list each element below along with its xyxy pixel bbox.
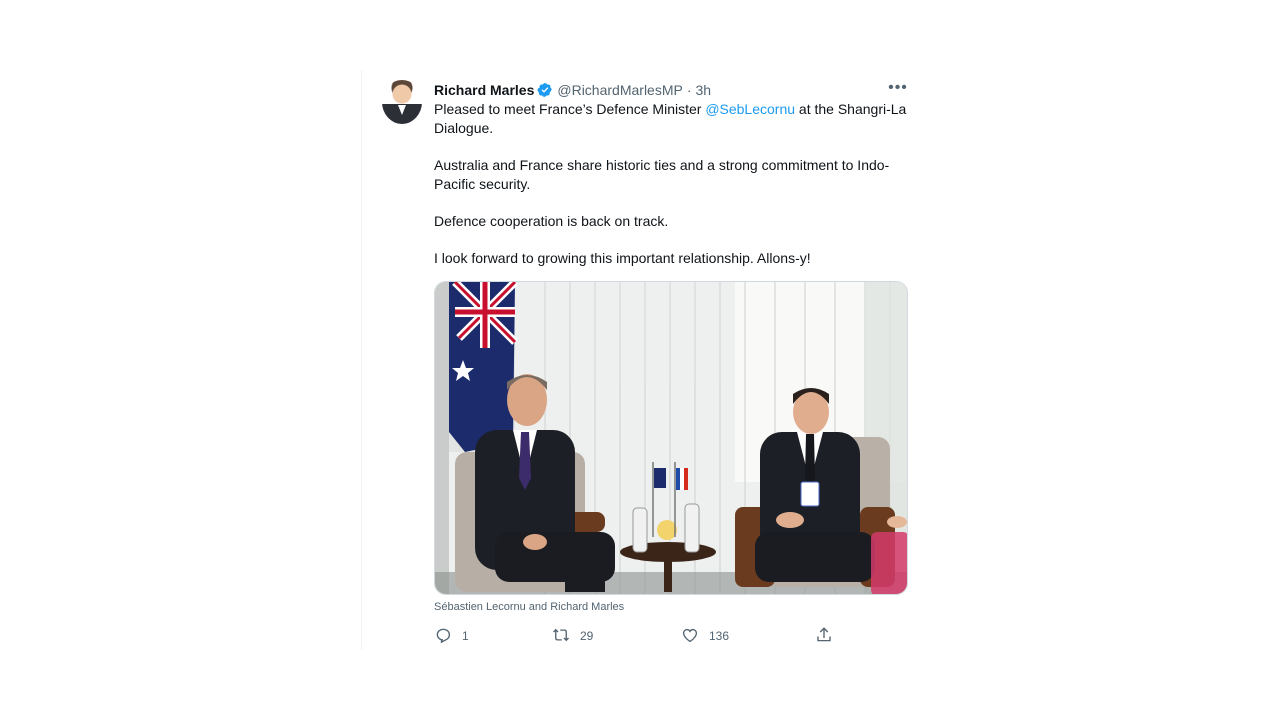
- retweet-icon: [552, 626, 570, 647]
- more-horizontal-icon[interactable]: •••: [888, 78, 908, 98]
- display-name[interactable]: Richard Marles: [434, 82, 534, 98]
- tweet-photo[interactable]: [434, 281, 908, 595]
- retweet-button[interactable]: 29: [552, 626, 593, 646]
- handle[interactable]: @RichardMarlesMP: [557, 82, 682, 98]
- tweet-card: Richard Marles @RichardMarlesMP · 3h •••…: [361, 70, 922, 650]
- tweet-header: Richard Marles @RichardMarlesMP · 3h: [434, 80, 910, 100]
- like-count: 136: [709, 629, 730, 643]
- avatar-collar: [398, 105, 406, 115]
- photo-caption: Sébastien Lecornu and Richard Marles: [434, 601, 625, 613]
- like-button[interactable]: 136: [681, 626, 729, 646]
- mention-link[interactable]: @SebLecornu: [705, 101, 795, 117]
- tweet-text-part1: Pleased to meet France’s Defence Ministe…: [434, 101, 706, 117]
- like-icon: [681, 626, 699, 647]
- tweet-paragraph-1: Pleased to meet France’s Defence Ministe…: [434, 100, 914, 138]
- verified-badge-icon: [537, 82, 553, 98]
- tweet-paragraph-2: Australia and France share historic ties…: [434, 157, 890, 192]
- reply-button[interactable]: 1: [434, 626, 469, 646]
- retweet-count: 29: [580, 629, 594, 643]
- share-icon: [815, 626, 833, 647]
- tweet-paragraph-3: Defence cooperation is back on track.: [434, 213, 669, 229]
- separator-dot: ·: [686, 82, 692, 98]
- timestamp[interactable]: 3h: [696, 82, 712, 98]
- tweet-actions: 1 29 136: [434, 626, 854, 646]
- photo-illustration: [435, 282, 907, 594]
- avatar[interactable]: [382, 80, 422, 124]
- tweet-text: Pleased to meet France’s Defence Ministe…: [434, 100, 914, 286]
- tweet-paragraph-4: I look forward to growing this important…: [434, 250, 811, 266]
- share-button[interactable]: [815, 626, 833, 646]
- reply-icon: [434, 626, 452, 647]
- reply-count: 1: [462, 629, 469, 643]
